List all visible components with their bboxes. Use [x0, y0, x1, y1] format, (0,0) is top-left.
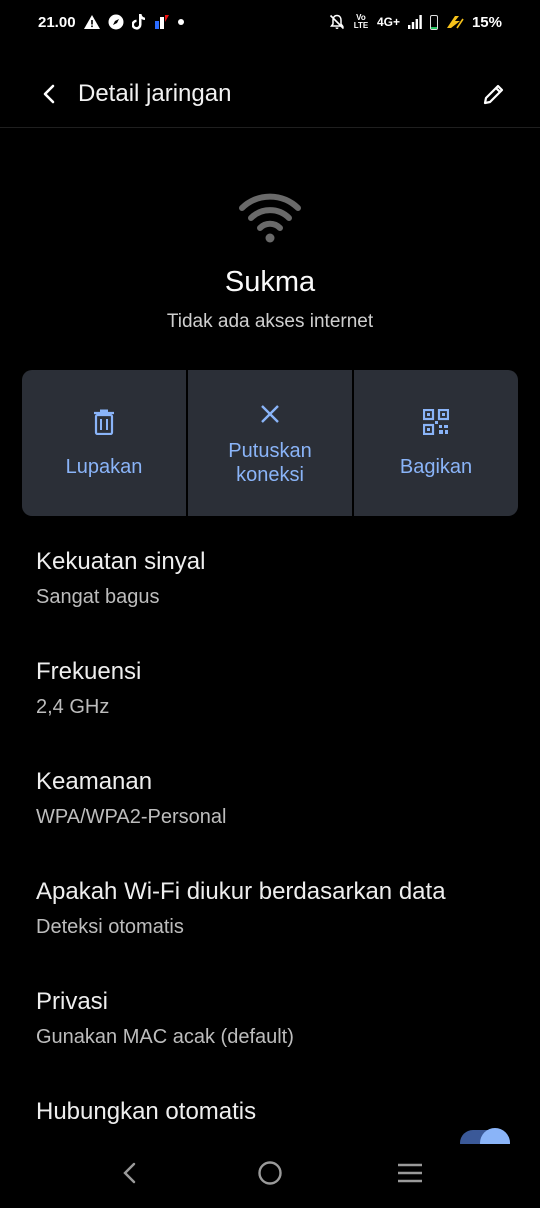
wifi-icon — [239, 193, 301, 243]
page-title: Detail jaringan — [78, 79, 232, 107]
forget-label: Lupakan — [65, 456, 143, 478]
bell-muted-icon — [329, 14, 345, 30]
detail-metered[interactable]: Apakah Wi-Fi diukur berdasarkan data Det… — [36, 878, 504, 988]
detail-signal-strength: Kekuatan sinyal Sangat bagus — [36, 548, 504, 658]
status-right: Vo LTE 4G+ 15% — [329, 14, 502, 31]
detail-value: Gunakan MAC acak (default) — [36, 1026, 294, 1048]
disconnect-label-line1: Putuskan — [228, 440, 312, 462]
action-buttons: Lupakan Putuskan koneksi Bagikan — [22, 370, 518, 516]
app-bar: Detail jaringan — [0, 60, 540, 128]
detail-title: Privasi — [36, 988, 109, 1015]
back-button[interactable] — [36, 80, 64, 108]
network-type-label: 4G+ — [376, 15, 400, 29]
battery-percent: 15% — [471, 13, 502, 31]
nav-back-icon — [123, 1162, 136, 1184]
detail-value: Sangat bagus — [36, 586, 160, 608]
forget-button[interactable]: Lupakan — [22, 370, 186, 516]
detail-frequency: Frekuensi 2,4 GHz — [36, 658, 504, 768]
nav-recents-button[interactable] — [390, 1153, 430, 1193]
app-notification-icon — [154, 14, 170, 30]
signal-icon — [407, 15, 422, 29]
detail-value: Deteksi otomatis — [36, 916, 184, 938]
volte-icon: Vo LTE — [353, 13, 369, 30]
share-button[interactable]: Bagikan — [354, 370, 518, 516]
disconnect-button[interactable]: Putuskan koneksi — [188, 370, 352, 516]
detail-privacy[interactable]: Privasi Gunakan MAC acak (default) — [36, 988, 504, 1098]
detail-security: Keamanan WPA/WPA2-Personal — [36, 768, 504, 878]
system-nav-bar — [0, 1144, 540, 1202]
nav-home-button[interactable] — [250, 1153, 290, 1193]
disconnect-label-line2: koneksi — [236, 464, 304, 486]
status-bar: 21.00 Vo LTE 4G+ 15% — [0, 0, 540, 44]
detail-title: Keamanan — [36, 768, 153, 795]
detail-title: Kekuatan sinyal — [36, 548, 206, 575]
network-details-list: Kekuatan sinyal Sangat bagus Frekuensi 2… — [36, 548, 504, 1208]
detail-title: Hubungkan otomatis — [36, 1098, 257, 1125]
compass-icon — [108, 14, 124, 30]
charging-icon — [446, 15, 464, 29]
status-time: 21.00 — [38, 13, 76, 31]
nav-menu-icon — [398, 1163, 422, 1183]
network-status: Tidak ada akses internet — [166, 311, 374, 332]
battery-icon — [429, 14, 438, 30]
pencil-icon — [483, 84, 504, 104]
trash-icon — [93, 407, 115, 437]
network-hero: Sukma Tidak ada akses internet — [0, 188, 540, 333]
nav-home-icon — [258, 1161, 282, 1185]
status-left: 21.00 — [38, 14, 184, 31]
arrow-left-icon — [43, 84, 55, 103]
warning-icon — [83, 15, 100, 29]
detail-title: Apakah Wi-Fi diukur berdasarkan data — [36, 878, 446, 905]
edit-button[interactable] — [478, 78, 510, 110]
close-icon — [259, 399, 281, 429]
network-name: Sukma — [224, 266, 316, 298]
detail-value: 2,4 GHz — [36, 696, 110, 718]
nav-back-button[interactable] — [110, 1153, 150, 1193]
share-label: Bagikan — [399, 456, 473, 478]
detail-title: Frekuensi — [36, 658, 142, 685]
tiktok-icon — [131, 14, 146, 30]
detail-value: WPA/WPA2-Personal — [36, 806, 227, 828]
qr-code-icon — [423, 407, 449, 437]
notification-dot-icon — [177, 19, 184, 25]
